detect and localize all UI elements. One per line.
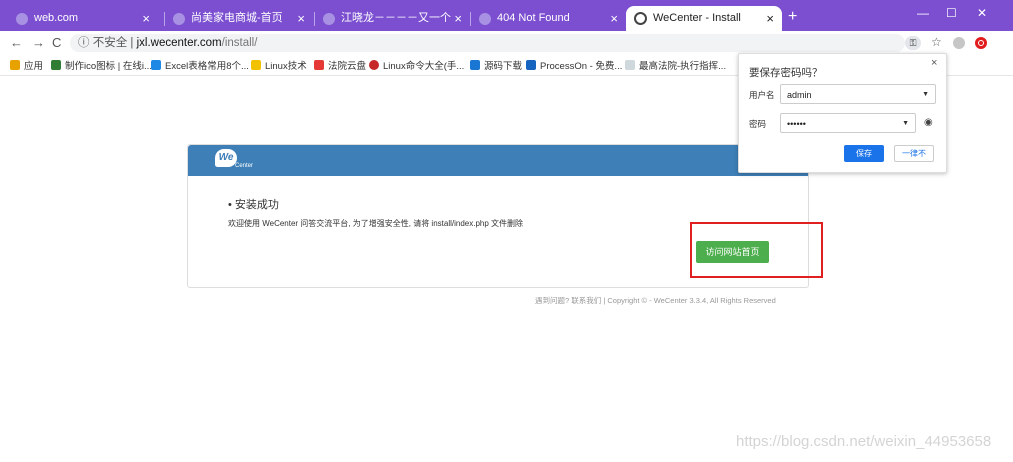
profile-avatar-icon[interactable]: [953, 37, 965, 49]
redhat-icon: [369, 60, 379, 70]
tab-wordpress[interactable]: 江晓龙－－－－又一个WordPress站点 ×: [315, 6, 470, 31]
bookmark-excel[interactable]: Excel表格常用8个...: [151, 58, 249, 72]
save-button[interactable]: 保存: [844, 145, 884, 162]
wecenter-logo-subtext: Center: [235, 163, 254, 169]
password-field[interactable]: •••••• ▼: [780, 113, 916, 133]
bookmark-label: 源码下载: [484, 61, 523, 72]
bookmark-label: Excel表格常用8个...: [165, 61, 249, 72]
bookmark-label: 法院云盘: [328, 61, 367, 72]
bookmark-favicon-icon: [151, 60, 161, 70]
tab-wecenter-install[interactable]: WeCenter - Install ×: [626, 6, 782, 31]
globe-icon: [323, 12, 335, 25]
bookmark-favicon-icon: [51, 60, 61, 70]
chevron-down-icon[interactable]: ▼: [902, 114, 909, 134]
key-icon[interactable]: ⚿: [905, 36, 921, 50]
bookmark-processon[interactable]: ProcessOn - 免费...: [526, 58, 622, 72]
bookmark-label: Linux命令大全(手...: [383, 61, 465, 72]
close-icon[interactable]: ×: [766, 6, 774, 31]
bookmark-label: Linux技术: [265, 61, 307, 72]
username-label: 用户名: [749, 90, 775, 100]
back-button[interactable]: ←: [10, 35, 23, 50]
bookmark-favicon-icon: [625, 60, 635, 70]
card-header: We Center: [188, 145, 808, 176]
bookmark-label: 制作ico图标 | 在线i...: [65, 61, 152, 72]
address-bar[interactable]: ⓘ 不安全 | jxl.wecenter.com/install/: [70, 34, 905, 52]
security-label: 不安全: [92, 37, 128, 49]
footer-copyright: 遇到问题? 联系我们 | Copyright © - WeCenter 3.3.…: [535, 296, 776, 305]
maximize-button[interactable]: ☐: [946, 6, 957, 20]
password-value: ••••••: [787, 119, 806, 129]
reload-button[interactable]: C: [52, 35, 61, 50]
bookmark-linux-tech[interactable]: Linux技术: [251, 58, 307, 72]
bookmark-source-download[interactable]: 源码下载: [470, 58, 522, 72]
username-field[interactable]: admin ▼: [780, 84, 936, 104]
processon-icon: [526, 60, 536, 70]
highlight-box: [690, 222, 823, 278]
tab-404[interactable]: 404 Not Found ×: [471, 6, 626, 31]
bookmark-label: ProcessOn - 免费...: [540, 61, 623, 72]
wecenter-logo: We: [215, 149, 237, 167]
forward-button[interactable]: →: [32, 35, 45, 50]
username-value: admin: [787, 90, 812, 100]
bookmark-court-cloud[interactable]: 法院云盘: [314, 58, 366, 72]
globe-icon: [634, 12, 647, 25]
close-icon[interactable]: ×: [142, 6, 150, 31]
watermark: https://blog.csdn.net/weixin_44953658: [736, 433, 992, 450]
url-path: /install/: [221, 37, 258, 49]
apps-grid-icon: [10, 60, 20, 70]
save-password-popup: 要保存密码吗？ × 用户名 admin ▼ 密码 •••••• ▼ ◉ 保存 一…: [738, 53, 947, 173]
new-tab-button[interactable]: +: [788, 8, 797, 26]
tab-title: WeCenter - Install: [653, 12, 741, 24]
tab-title: 江晓龙－－－－又一个WordPress站点: [341, 12, 451, 24]
tab-title: 尚美家电商城-首页: [191, 12, 283, 24]
popup-title: 要保存密码吗？: [749, 67, 823, 79]
bookmark-label: 应用: [24, 61, 44, 72]
bookmark-linux-commands[interactable]: Linux命令大全(手...: [369, 58, 464, 72]
toolbar: ← → C ⓘ 不安全 | jxl.wecenter.com/install/ …: [0, 31, 1013, 55]
bookmark-apps[interactable]: 应用: [10, 58, 43, 72]
bookmark-favicon-icon: [314, 60, 324, 70]
bookmark-label: 最高法院-执行指挥...: [639, 61, 727, 72]
opera-extension-icon[interactable]: [975, 37, 987, 49]
star-icon[interactable]: ☆: [931, 35, 942, 49]
close-icon[interactable]: ×: [297, 6, 305, 31]
globe-icon: [173, 12, 185, 25]
url-host: jxl.wecenter.com: [136, 37, 222, 49]
minimize-button[interactable]: —: [917, 6, 929, 20]
close-icon[interactable]: ×: [931, 57, 937, 69]
chevron-down-icon[interactable]: ▼: [922, 85, 929, 105]
eye-icon[interactable]: ◉: [924, 117, 933, 128]
tab-web-com[interactable]: web.com ×: [8, 6, 158, 31]
bookmark-supreme-court[interactable]: 最高法院-执行指挥...: [625, 58, 726, 72]
tab-title: 404 Not Found: [497, 12, 570, 24]
welcome-message: 欢迎使用 WeCenter 问答交流平台, 为了增强安全性, 请将 instal…: [228, 219, 524, 228]
tab-title: web.com: [34, 12, 79, 24]
install-success-title: • 安装成功: [228, 199, 279, 211]
never-button[interactable]: 一律不: [894, 145, 934, 162]
folder-icon: [251, 60, 261, 70]
bookmark-favicon-icon: [470, 60, 480, 70]
window-close-button[interactable]: ✕: [977, 6, 987, 20]
password-label: 密码: [749, 119, 767, 129]
info-icon[interactable]: ⓘ: [78, 37, 90, 49]
bookmark-ico-maker[interactable]: 制作ico图标 | 在线i...: [51, 58, 152, 72]
close-icon[interactable]: ×: [454, 6, 462, 31]
tab-shangmei[interactable]: 尚美家电商城-首页 ×: [165, 6, 313, 31]
address-separator: |: [130, 37, 134, 49]
globe-icon: [479, 12, 491, 25]
globe-icon: [16, 12, 28, 25]
tab-strip: web.com × 尚美家电商城-首页 × 江晓龙－－－－又一个WordPres…: [0, 0, 1013, 31]
close-icon[interactable]: ×: [610, 6, 618, 31]
